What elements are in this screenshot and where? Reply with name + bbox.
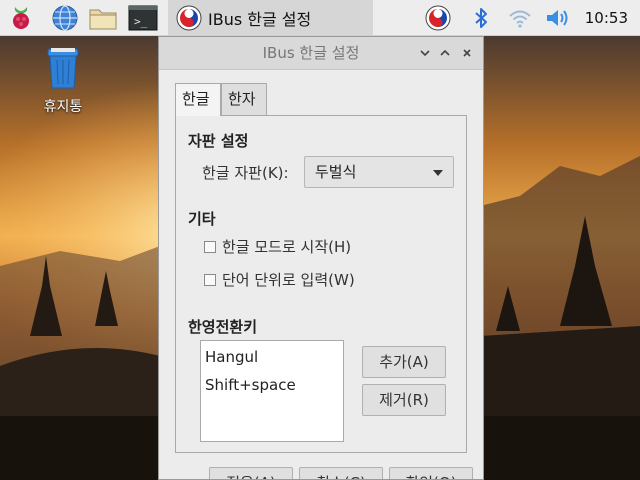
word-unit-input-checkbox[interactable] (204, 273, 216, 286)
keyboard-layout-label: 한글 자판(K): (202, 164, 289, 182)
etc-section-title: 기타 (188, 210, 216, 228)
start-in-hangul-mode-option[interactable]: 한글 모드로 시작(H) (204, 236, 351, 257)
tab-panel-hangul: 자판 설정 한글 자판(K): 두벌식 기타 한글 모드로 시작(H) 단어 단… (175, 115, 467, 453)
svg-text:>_: >_ (134, 15, 148, 28)
toggle-key-list[interactable]: Hangul Shift+space (200, 340, 344, 442)
maximize-button[interactable] (437, 45, 453, 61)
keyboard-layout-dropdown[interactable]: 두벌식 (304, 156, 454, 188)
window-titlebar[interactable]: IBus 한글 설정 (159, 37, 483, 70)
taskbar-window-button[interactable]: IBus 한글 설정 (168, 0, 373, 35)
close-icon (463, 49, 471, 57)
list-item[interactable]: Hangul (201, 343, 343, 371)
apply-button[interactable]: 적용(A) (209, 467, 293, 479)
tab-hangul[interactable]: 한글 (175, 83, 221, 116)
cancel-button[interactable]: 취소(C) (299, 467, 383, 479)
dropdown-arrow-icon (433, 170, 443, 176)
chevron-up-icon (440, 49, 450, 56)
add-key-button[interactable]: 추가(A) (362, 346, 446, 378)
top-panel: >_ IBus 한글 설정 10:53 (0, 0, 640, 36)
start-in-hangul-mode-label: 한글 모드로 시작(H) (222, 238, 352, 256)
trash-desktop-icon[interactable]: 휴지통 (26, 46, 100, 116)
start-in-hangul-mode-checkbox[interactable] (204, 240, 216, 253)
raspberry-menu-icon[interactable] (6, 3, 36, 33)
window-title: IBus 한글 설정 (262, 44, 360, 62)
minimize-button[interactable] (417, 45, 433, 61)
ibus-taegeuk-icon[interactable] (424, 3, 452, 33)
close-button[interactable] (459, 45, 475, 61)
keyboard-layout-section-title: 자판 설정 (188, 132, 249, 150)
ibus-hangul-settings-window: IBus 한글 설정 한글 한자 자판 설정 한글 자판(K): 두벌식 기타 … (158, 36, 484, 480)
terminal-icon[interactable]: >_ (128, 3, 158, 33)
tab-hanja[interactable]: 한자 (221, 83, 267, 115)
list-item[interactable]: Shift+space (201, 371, 343, 399)
volume-icon[interactable] (544, 3, 574, 33)
web-browser-icon[interactable] (50, 3, 80, 33)
remove-key-button[interactable]: 제거(R) (362, 384, 446, 416)
ok-button[interactable]: 확인(O) (389, 467, 473, 479)
wifi-icon[interactable] (506, 3, 534, 33)
clock[interactable]: 10:53 (585, 0, 628, 36)
word-unit-input-label: 단어 단위로 입력(W) (222, 271, 355, 289)
word-unit-input-option[interactable]: 단어 단위로 입력(W) (204, 269, 355, 290)
taskbar-window-label: IBus 한글 설정 (208, 9, 312, 29)
trash-icon (47, 48, 79, 89)
file-manager-icon[interactable] (88, 3, 118, 33)
chevron-down-icon (420, 50, 430, 57)
trash-label: 휴지통 (43, 99, 83, 115)
ibus-taegeuk-icon (176, 5, 202, 30)
bluetooth-icon[interactable] (470, 3, 492, 33)
keyboard-layout-value: 두벌식 (315, 163, 357, 181)
toggle-keys-section-title: 한영전환키 (188, 318, 258, 336)
